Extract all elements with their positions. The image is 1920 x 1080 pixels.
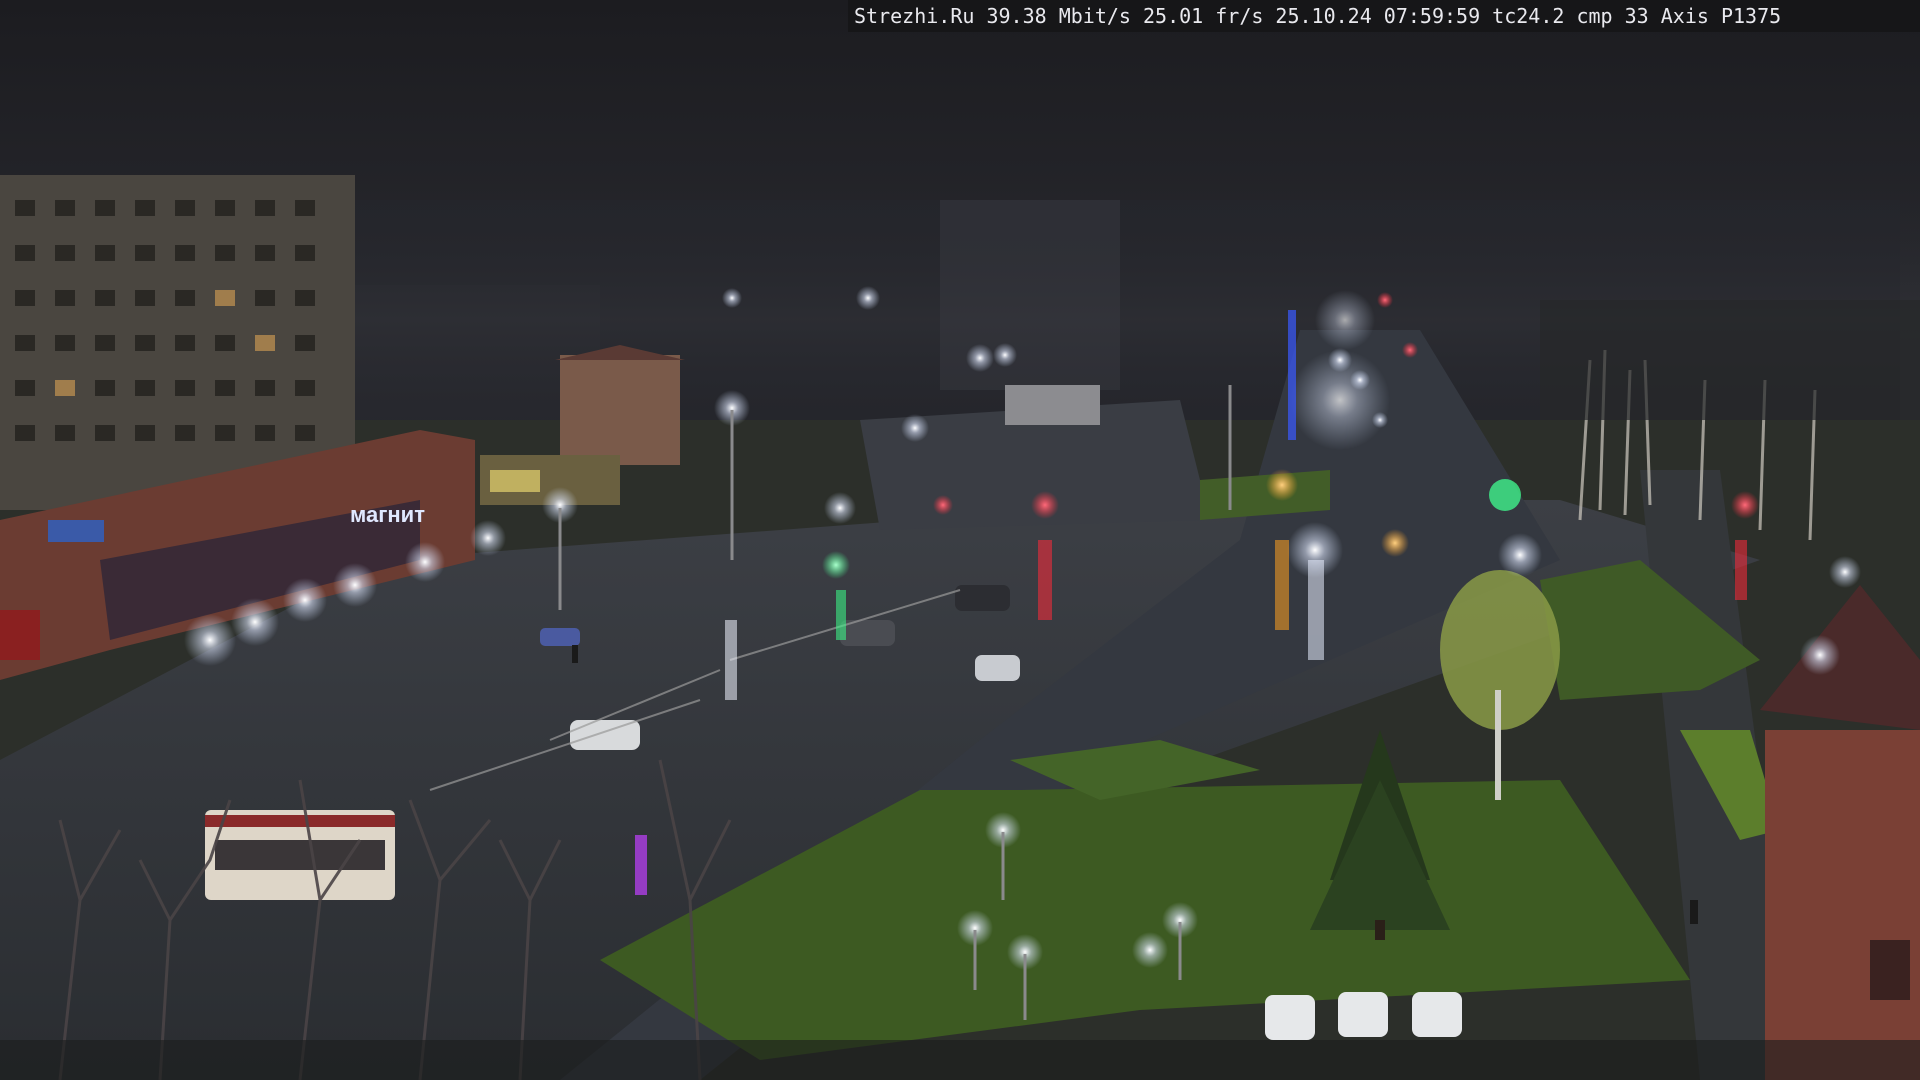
festive-star: [1489, 479, 1521, 511]
car-road: [975, 655, 1020, 681]
pedestrian-1: [1690, 900, 1698, 924]
camera-scene: магнит: [0, 0, 1920, 1080]
car-parked-3: [1412, 992, 1462, 1037]
bus-stripe: [205, 815, 395, 827]
magnit-sign: магнит: [350, 502, 425, 527]
two-storey-building: [560, 355, 680, 465]
car-dark-2: [955, 585, 1010, 611]
dark-treeline-right: [1540, 300, 1920, 420]
bottom-vignette: [0, 1040, 1920, 1080]
festive-pole-left: [635, 835, 647, 895]
shop-sign-red: [0, 610, 40, 660]
bus-windows: [215, 840, 385, 870]
small-shop-sign: [490, 470, 540, 492]
brick-tower: [1765, 730, 1920, 1080]
car-parked-2: [1338, 992, 1388, 1037]
pedestrian-2: [572, 645, 578, 663]
festive-light-column: [1288, 310, 1296, 440]
camera-overlay-text: Strezhi.Ru 39.38 Mbit/s 25.01 fr/s 25.10…: [848, 0, 1920, 32]
car-parked-1: [1265, 995, 1315, 1040]
shop-sign-left: [48, 520, 104, 542]
tree-birch-trunk: [1495, 690, 1501, 800]
tower-window: [1870, 940, 1910, 1000]
car-blue: [540, 628, 580, 646]
kiosk: [1005, 385, 1100, 425]
